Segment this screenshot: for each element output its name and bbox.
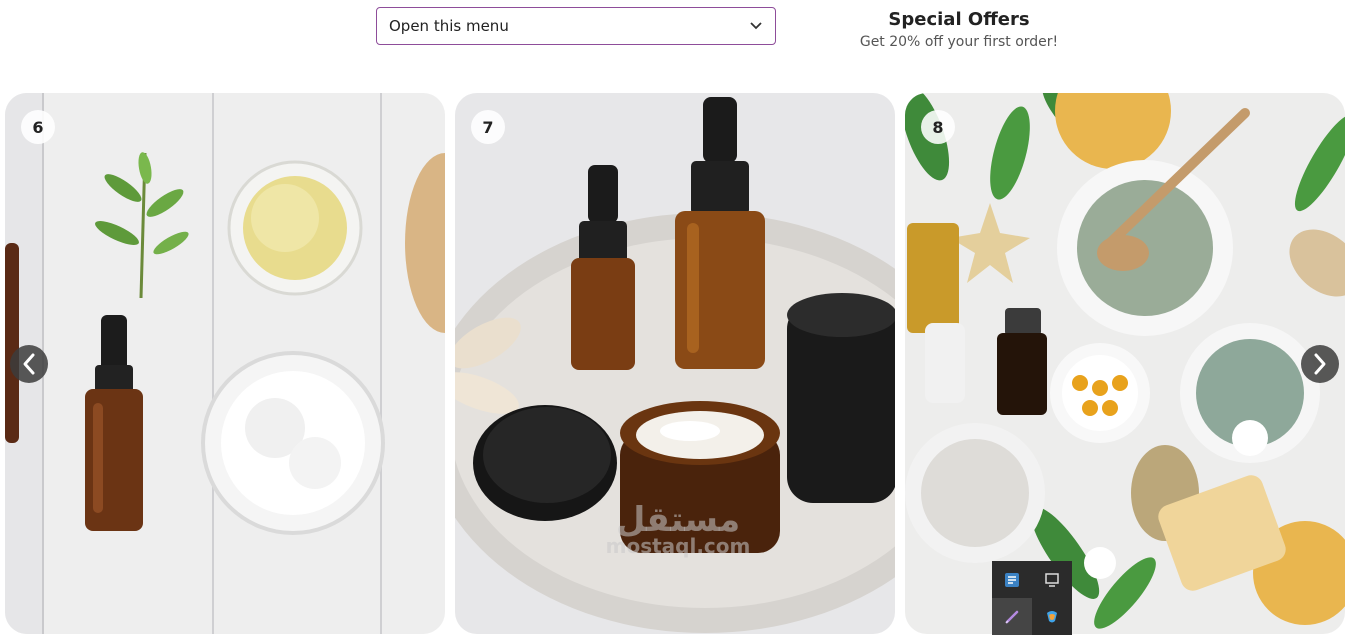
menu-select[interactable]: Open this menu xyxy=(376,7,776,45)
offers-title: Special Offers xyxy=(888,9,1030,30)
watermark: مستقل mostaql.com xyxy=(588,500,768,558)
carousel-card[interactable]: 8 xyxy=(905,93,1345,634)
tray-item[interactable] xyxy=(1032,561,1072,598)
copilot-icon xyxy=(1047,610,1057,622)
page: Open this menu Special Offers Get 20% of… xyxy=(0,0,1351,635)
carousel-prev-button[interactable] xyxy=(10,345,48,383)
tray-item[interactable] xyxy=(992,561,1032,598)
carousel-card[interactable]: 6 xyxy=(5,93,445,634)
tray-item[interactable] xyxy=(1032,598,1072,635)
watermark-latin: mostaql.com xyxy=(605,534,751,558)
carousel-next-button[interactable] xyxy=(1301,345,1339,383)
clay-mask-flatlay-image xyxy=(905,93,1345,634)
slide-number-badge: 7 xyxy=(471,110,505,144)
chevron-left-icon xyxy=(23,353,35,375)
chevron-down-icon xyxy=(749,19,763,33)
tray-item[interactable] xyxy=(992,598,1032,635)
slide-number-badge: 8 xyxy=(921,110,955,144)
menu-select-label: Open this menu xyxy=(389,17,509,35)
system-tray-overflow xyxy=(992,561,1072,635)
network-icon xyxy=(1005,572,1019,587)
essential-oil-image xyxy=(5,93,445,634)
pen-icon xyxy=(1005,610,1019,624)
chevron-right-icon xyxy=(1314,353,1326,375)
special-offers: Special Offers Get 20% off your first or… xyxy=(830,8,1088,50)
offers-subtitle: Get 20% off your first order! xyxy=(859,34,1059,50)
slide-number-badge: 6 xyxy=(21,110,55,144)
display-icon xyxy=(1045,572,1059,587)
